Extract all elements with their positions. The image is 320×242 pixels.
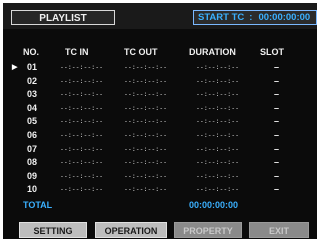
table-row[interactable]: 04 --:--:--:-- --:--:--:-- --:--:--:-- –: [3, 102, 317, 116]
row-tc-out: --:--:--:--: [124, 144, 168, 153]
row-slot: –: [274, 102, 280, 113]
setting-button[interactable]: SETTING: [19, 222, 87, 238]
row-number: 06: [27, 129, 38, 140]
row-duration: --:--:--:--: [196, 185, 240, 194]
row-tc-in: --:--:--:--: [60, 158, 104, 167]
property-button[interactable]: PROPERTY: [174, 222, 242, 238]
table-row[interactable]: 09 --:--:--:-- --:--:--:-- --:--:--:-- –: [3, 170, 317, 184]
row-tc-out: --:--:--:--: [124, 63, 168, 71]
row-tc-out: --:--:--:--: [124, 158, 168, 167]
row-tc-in: --:--:--:--: [60, 185, 104, 194]
row-duration: --:--:--:--: [196, 103, 240, 112]
row-slot: –: [274, 184, 280, 195]
row-duration: --:--:--:--: [196, 130, 240, 139]
row-number: 10: [27, 184, 38, 195]
start-tc-label: START TC: [198, 12, 245, 23]
row-slot: –: [274, 116, 280, 127]
row-slot: –: [274, 62, 280, 72]
row-duration: --:--:--:--: [196, 63, 240, 71]
row-tc-in: --:--:--:--: [60, 63, 104, 71]
row-slot: –: [274, 75, 280, 86]
column-header-tc-out: TC OUT: [124, 47, 158, 57]
start-tc-separator: :: [249, 12, 253, 23]
exit-button[interactable]: EXIT: [249, 222, 309, 238]
row-number: 09: [27, 170, 38, 181]
row-tc-in: --:--:--:--: [60, 130, 104, 139]
row-duration: --:--:--:--: [196, 144, 240, 153]
table-row[interactable]: 10 --:--:--:-- --:--:--:-- --:--:--:-- –: [3, 183, 317, 197]
row-number: 07: [27, 143, 38, 154]
operation-button[interactable]: OPERATION: [95, 222, 167, 238]
row-duration: --:--:--:--: [196, 90, 240, 99]
button-bar: SETTING OPERATION PROPERTY EXIT: [3, 216, 317, 239]
table-row[interactable]: 05 --:--:--:-- --:--:--:-- --:--:--:-- –: [3, 115, 317, 129]
row-duration: --:--:--:--: [196, 158, 240, 167]
row-tc-in: --:--:--:--: [60, 144, 104, 153]
table-row[interactable]: 03 --:--:--:-- --:--:--:-- --:--:--:-- –: [3, 88, 317, 102]
selection-cursor-icon: ▶: [12, 64, 18, 71]
table-row[interactable]: 06 --:--:--:-- --:--:--:-- --:--:--:-- –: [3, 129, 317, 143]
column-header-duration: DURATION: [189, 47, 236, 57]
start-tc-value: 00:00:00:00: [258, 12, 311, 23]
row-slot: –: [274, 89, 280, 100]
row-duration: --:--:--:--: [196, 117, 240, 126]
row-tc-out: --:--:--:--: [124, 76, 168, 85]
row-slot: –: [274, 129, 280, 140]
row-number: 03: [27, 89, 38, 100]
table-row[interactable]: ▶ 01 --:--:--:-- --:--:--:-- --:--:--:--…: [3, 61, 317, 75]
column-header-no: NO.: [23, 47, 40, 57]
row-number: 05: [27, 116, 38, 127]
column-header-slot: SLOT: [260, 47, 284, 57]
row-number: 01: [27, 62, 38, 72]
row-tc-out: --:--:--:--: [124, 185, 168, 194]
table-row[interactable]: 08 --:--:--:-- --:--:--:-- --:--:--:-- –: [3, 156, 317, 170]
row-tc-out: --:--:--:--: [124, 117, 168, 126]
row-tc-in: --:--:--:--: [60, 103, 104, 112]
table-row[interactable]: 07 --:--:--:-- --:--:--:-- --:--:--:-- –: [3, 143, 317, 157]
row-tc-in: --:--:--:--: [60, 117, 104, 126]
row-number: 04: [27, 102, 38, 113]
page-title: PLAYLIST: [11, 10, 115, 25]
row-tc-in: --:--:--:--: [60, 171, 104, 180]
title-bar: PLAYLIST START TC:00:00:00:00: [3, 3, 317, 29]
playlist-screen: PLAYLIST START TC:00:00:00:00 NO. TC IN …: [3, 3, 317, 239]
total-label: TOTAL: [23, 200, 53, 210]
column-header-tc-in: TC IN: [65, 47, 89, 57]
total-duration-value: 00:00:00:00: [189, 200, 239, 210]
row-number: 02: [27, 75, 38, 86]
row-duration: --:--:--:--: [196, 171, 240, 180]
row-tc-out: --:--:--:--: [124, 103, 168, 112]
row-slot: –: [274, 143, 280, 154]
row-tc-out: --:--:--:--: [124, 171, 168, 180]
playlist-table: ▶ 01 --:--:--:-- --:--:--:-- --:--:--:--…: [3, 61, 317, 197]
table-row[interactable]: 02 --:--:--:-- --:--:--:-- --:--:--:-- –: [3, 75, 317, 89]
row-duration: --:--:--:--: [196, 76, 240, 85]
row-tc-out: --:--:--:--: [124, 90, 168, 99]
row-number: 08: [27, 157, 38, 168]
row-tc-in: --:--:--:--: [60, 76, 104, 85]
row-tc-in: --:--:--:--: [60, 90, 104, 99]
row-slot: –: [274, 170, 280, 181]
row-slot: –: [274, 157, 280, 168]
start-tc-display: START TC:00:00:00:00: [193, 10, 317, 25]
row-tc-out: --:--:--:--: [124, 130, 168, 139]
